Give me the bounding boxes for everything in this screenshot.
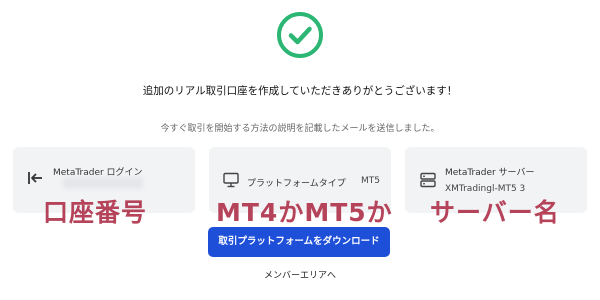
check-circle-icon xyxy=(277,12,323,58)
platform-card-title: プラットフォームタイプ xyxy=(247,179,346,189)
platform-card-value: MT5 xyxy=(361,176,380,186)
server-card-title: MetaTrader サーバー xyxy=(445,168,535,178)
success-headline: 追加のリアル取引口座を作成していただきありがとうございます！ xyxy=(142,85,458,97)
download-platform-button[interactable]: 取引プラットフォームをダウンロード xyxy=(208,227,390,257)
member-area-link[interactable]: メンバーエリアへ xyxy=(0,268,600,281)
login-arrow-icon xyxy=(28,172,42,184)
server-name-annotation: サーバー名 xyxy=(430,198,560,227)
monitor-icon xyxy=(223,172,239,188)
redacted-login-value xyxy=(63,177,143,189)
account-number-annotation: 口座番号 xyxy=(43,198,148,227)
email-sent-notice: 今すぐ取引を開始する方法の説明を記載したメールを送信しました。 xyxy=(160,124,440,134)
server-icon xyxy=(420,172,436,188)
platform-type-annotation: MT4かMT5か xyxy=(216,198,393,227)
